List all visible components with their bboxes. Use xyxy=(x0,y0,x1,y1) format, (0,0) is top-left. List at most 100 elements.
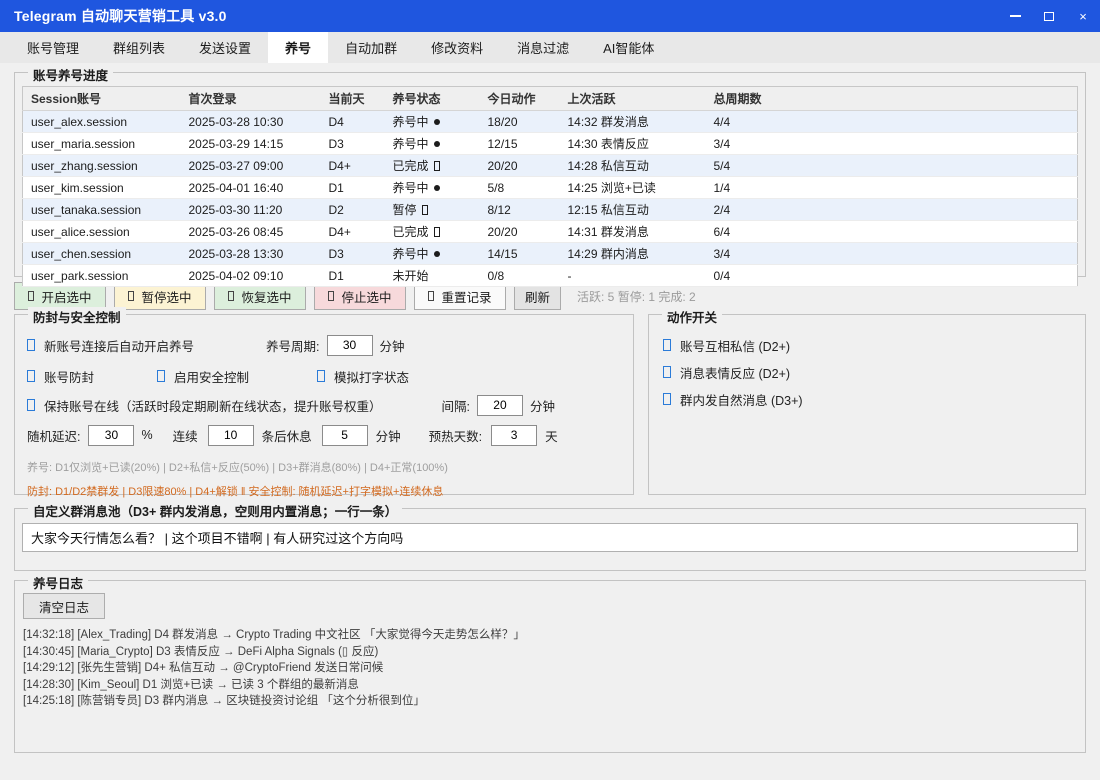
column-header: Session账号 xyxy=(23,87,181,111)
session-table: Session账号首次登录当前天养号状态今日动作上次活跃总周期数 user_al… xyxy=(22,86,1078,287)
last-active-cell: 14:28 私信互动 xyxy=(560,155,706,177)
tab-item[interactable]: 自动加群 xyxy=(328,32,414,63)
status-cell: 暂停 xyxy=(385,199,480,221)
actions-groupbox: 动作开关 账号互相私信 (D2+)消息表情反应 (D2+)群内发自然消息 (D3… xyxy=(648,314,1086,495)
last-active-cell: 14:25 浏览+已读 xyxy=(560,177,706,199)
first-login-cell: 2025-04-01 16:40 xyxy=(181,177,321,199)
checkbox-icon[interactable] xyxy=(663,339,671,351)
minimize-button[interactable] xyxy=(998,0,1032,32)
first-login-cell: 2025-03-26 08:45 xyxy=(181,221,321,243)
today-actions-cell: 12/15 xyxy=(480,133,560,155)
active-dot-icon xyxy=(434,119,440,125)
today-actions-cell: 20/20 xyxy=(480,155,560,177)
cycle-unit: 分钟 xyxy=(380,336,405,355)
message-pool-input[interactable] xyxy=(22,523,1078,552)
interval-input[interactable] xyxy=(477,395,523,416)
safety-label: 启用安全控制 xyxy=(174,367,249,386)
status-cell: 已完成 xyxy=(385,155,480,177)
maximize-button[interactable] xyxy=(1032,0,1066,32)
warmup-input[interactable] xyxy=(491,425,537,446)
auto-start-checkbox[interactable] xyxy=(27,339,35,351)
log-line: [14:25:18] [陈营销专员] D3 群内消息 → 区块链投资讨论组 「这… xyxy=(23,693,1077,710)
typing-checkbox[interactable] xyxy=(317,370,325,382)
session-cell: user_kim.session xyxy=(23,177,181,199)
tab-item[interactable]: 群组列表 xyxy=(96,32,182,63)
warmup-label: 预热天数: xyxy=(429,426,482,445)
keep-online-label: 保持账号在线（活跃时段定期刷新在线状态，提升账号权重） xyxy=(44,396,382,415)
tab-item[interactable]: 发送设置 xyxy=(182,32,268,63)
table-row[interactable]: user_alice.session2025-03-26 08:45D4+已完成… xyxy=(23,221,1078,243)
session-table-body: user_alex.session2025-03-28 10:30D4养号中18… xyxy=(23,111,1078,287)
tab-item[interactable]: 养号 xyxy=(268,32,328,63)
column-header: 当前天 xyxy=(321,87,385,111)
window-controls: × xyxy=(998,0,1100,32)
last-active-cell: - xyxy=(560,265,706,287)
minimize-icon xyxy=(1010,15,1021,17)
cycle-input[interactable] xyxy=(327,335,373,356)
column-header: 今日动作 xyxy=(480,87,560,111)
status-glyph-icon xyxy=(422,205,428,215)
safety-checkbox[interactable] xyxy=(157,370,165,382)
today-actions-cell: 8/12 xyxy=(480,199,560,221)
table-row[interactable]: user_kim.session2025-04-01 16:40D1养号中5/8… xyxy=(23,177,1078,199)
delay-unit: % xyxy=(141,428,152,442)
close-button[interactable]: × xyxy=(1066,0,1100,32)
table-row[interactable]: user_park.session2025-04-02 09:10D1未开始0/… xyxy=(23,265,1078,287)
day-cell: D1 xyxy=(321,265,385,287)
log-line: [14:30:45] [Maria_Crypto] D3 表情反应 → DeFi… xyxy=(23,644,1077,661)
continuous-input[interactable] xyxy=(208,425,254,446)
keep-online-checkbox[interactable] xyxy=(27,399,35,411)
session-cell: user_tanaka.session xyxy=(23,199,181,221)
cycles-cell: 0/4 xyxy=(706,265,1078,287)
status-cell: 已完成 xyxy=(385,221,480,243)
status-glyph-icon xyxy=(434,227,440,237)
action-switch-item[interactable]: 账号互相私信 (D2+) xyxy=(663,337,1071,353)
tab-item[interactable]: AI智能体 xyxy=(586,32,671,63)
tab-item[interactable]: 账号管理 xyxy=(10,32,96,63)
antiban-checkbox[interactable] xyxy=(27,370,35,382)
status-cell: 养号中 xyxy=(385,133,480,155)
auto-start-label: 新账号连接后自动开启养号 xyxy=(44,336,194,355)
today-actions-cell: 18/20 xyxy=(480,111,560,133)
table-row[interactable]: user_maria.session2025-03-29 14:15D3养号中1… xyxy=(23,133,1078,155)
cycles-cell: 5/4 xyxy=(706,155,1078,177)
day-cell: D4+ xyxy=(321,155,385,177)
level-hint: 养号: D1仅浏览+已读(20%) | D2+私信+反应(50%) | D3+群… xyxy=(27,459,621,475)
last-active-cell: 14:29 群内消息 xyxy=(560,243,706,265)
rest-input[interactable] xyxy=(322,425,368,446)
table-row[interactable]: user_zhang.session2025-03-27 09:00D4+已完成… xyxy=(23,155,1078,177)
table-row[interactable]: user_chen.session2025-03-28 13:30D3养号中14… xyxy=(23,243,1078,265)
day-cell: D4+ xyxy=(321,221,385,243)
security-title: 防封与安全控制 xyxy=(28,307,126,326)
checkbox-icon[interactable] xyxy=(663,393,671,405)
action-switch-item[interactable]: 群内发自然消息 (D3+) xyxy=(663,391,1071,407)
close-icon: × xyxy=(1079,9,1087,24)
session-cell: user_park.session xyxy=(23,265,181,287)
maximize-icon xyxy=(1044,12,1054,21)
button-glyph-icon xyxy=(328,291,334,301)
first-login-cell: 2025-04-02 09:10 xyxy=(181,265,321,287)
main-content: 账号养号进度 Session账号首次登录当前天养号状态今日动作上次活跃总周期数 … xyxy=(0,72,1100,753)
day-cell: D3 xyxy=(321,133,385,155)
last-active-cell: 14:31 群发消息 xyxy=(560,221,706,243)
table-row[interactable]: user_alex.session2025-03-28 10:30D4养号中18… xyxy=(23,111,1078,133)
rest-unit: 分钟 xyxy=(376,426,401,445)
first-login-cell: 2025-03-28 13:30 xyxy=(181,243,321,265)
active-dot-icon xyxy=(434,185,440,191)
first-login-cell: 2025-03-30 11:20 xyxy=(181,199,321,221)
checkbox-icon[interactable] xyxy=(663,366,671,378)
clear-log-button[interactable]: 清空日志 xyxy=(23,593,105,619)
warmup-unit: 天 xyxy=(545,426,558,445)
session-cell: user_alex.session xyxy=(23,111,181,133)
day-cell: D1 xyxy=(321,177,385,199)
log-line: [14:32:18] [Alex_Trading] D4 群发消息 → Cryp… xyxy=(23,627,1077,644)
column-header: 上次活跃 xyxy=(560,87,706,111)
action-switch-item[interactable]: 消息表情反应 (D2+) xyxy=(663,364,1071,380)
cycles-cell: 4/4 xyxy=(706,111,1078,133)
typing-label: 模拟打字状态 xyxy=(334,367,409,386)
tab-item[interactable]: 消息过滤 xyxy=(500,32,586,63)
delay-input[interactable] xyxy=(88,425,134,446)
table-row[interactable]: user_tanaka.session2025-03-30 11:20D2暂停8… xyxy=(23,199,1078,221)
tab-item[interactable]: 修改资料 xyxy=(414,32,500,63)
column-header: 养号状态 xyxy=(385,87,480,111)
